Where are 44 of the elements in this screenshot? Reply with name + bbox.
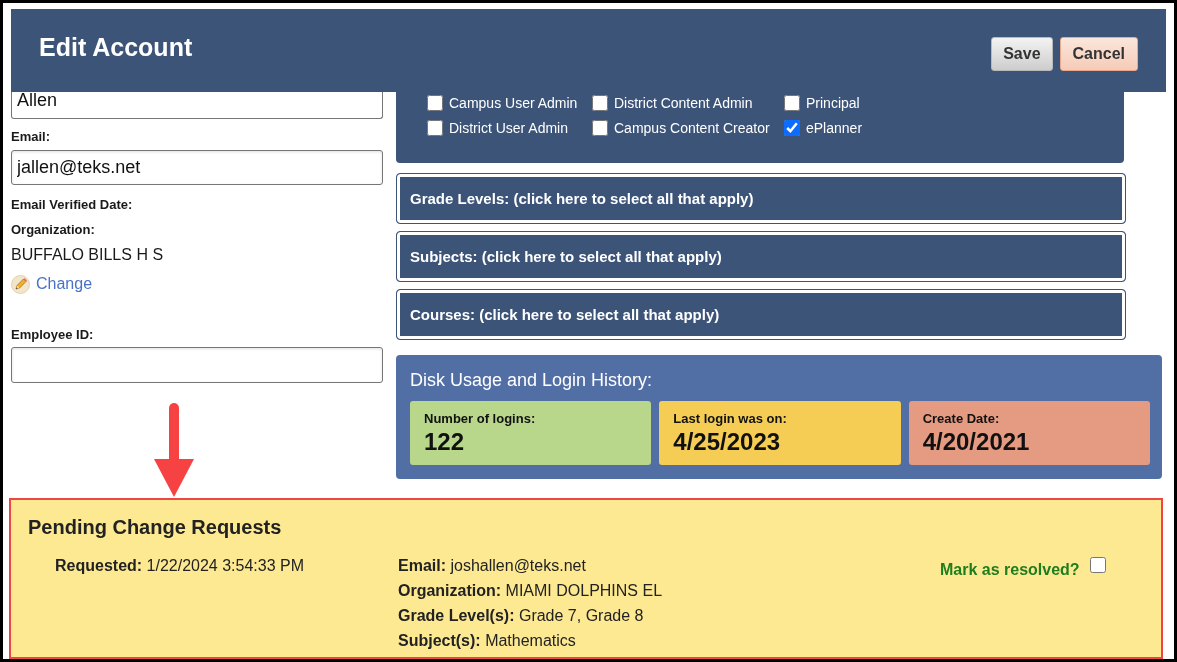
checkbox[interactable] <box>1089 557 1106 573</box>
checkbox-label: Principal <box>806 95 860 111</box>
stat-label: Number of logins: <box>424 411 537 426</box>
field-label: Email Verified Date: <box>11 196 133 213</box>
request-detail: Email: joshallen@teks.net <box>398 556 587 576</box>
change-link[interactable]: Change <box>36 275 93 293</box>
stat-value: 4/20/2021 <box>922 428 1031 456</box>
email-field[interactable]: jallen@teks.net <box>11 150 383 185</box>
request-detail: Requested: 1/22/2024 3:54:33 PM <box>55 556 306 576</box>
organization-value: BUFFALO BILLS H S <box>11 246 164 264</box>
page-title: Edit Account <box>39 32 193 63</box>
checkbox[interactable] <box>784 95 800 111</box>
checkbox[interactable] <box>592 95 608 111</box>
field-label: Employee ID: <box>11 326 94 343</box>
checkbox[interactable] <box>592 120 608 136</box>
checkbox-label: District User Admin <box>449 120 569 136</box>
accordion-header[interactable]: Grade Levels: (click here to select all that apply) <box>396 173 1126 224</box>
checkbox[interactable] <box>427 120 443 136</box>
down-arrow-icon <box>154 403 194 497</box>
stat-label: Last login was on: <box>673 411 788 426</box>
request-detail: Subject(s): Mathematics <box>398 631 577 651</box>
checkbox[interactable] <box>427 95 443 111</box>
checkbox-label: Mark as resolved? <box>940 561 1080 579</box>
request-detail: Grade Level(s): Grade 7, Grade 8 <box>398 606 645 626</box>
accordion-header[interactable]: Subjects: (click here to select all that apply) <box>396 231 1126 282</box>
checkbox-label: District Content Admin <box>614 95 753 111</box>
stat-value: 122 <box>424 428 466 456</box>
checkbox-label: ePlanner <box>806 120 863 136</box>
cancel-button[interactable]: Cancel <box>1059 37 1138 71</box>
pencil-icon <box>11 274 30 294</box>
checkbox-label: Campus Content Creator <box>614 120 770 136</box>
accordion-header[interactable]: Courses: (click here to select all that apply) <box>396 289 1126 340</box>
panel-title: Disk Usage and Login History: <box>410 369 654 391</box>
stat-value: 4/25/2023 <box>673 428 782 456</box>
field-label: Email: <box>11 128 50 145</box>
request-detail: Organization: MIAMI DOLPHINS EL <box>398 581 664 601</box>
checkbox-label: Campus User Admin <box>449 95 578 111</box>
save-button[interactable]: Save <box>991 37 1053 71</box>
field-label: Organization: <box>11 221 95 238</box>
employee-id-field[interactable] <box>11 347 383 383</box>
stat-label: Create Date: <box>922 411 1001 426</box>
checkbox[interactable] <box>784 120 800 136</box>
input-field[interactable]: Allen <box>11 92 383 119</box>
panel-title: Pending Change Requests <box>28 515 283 539</box>
